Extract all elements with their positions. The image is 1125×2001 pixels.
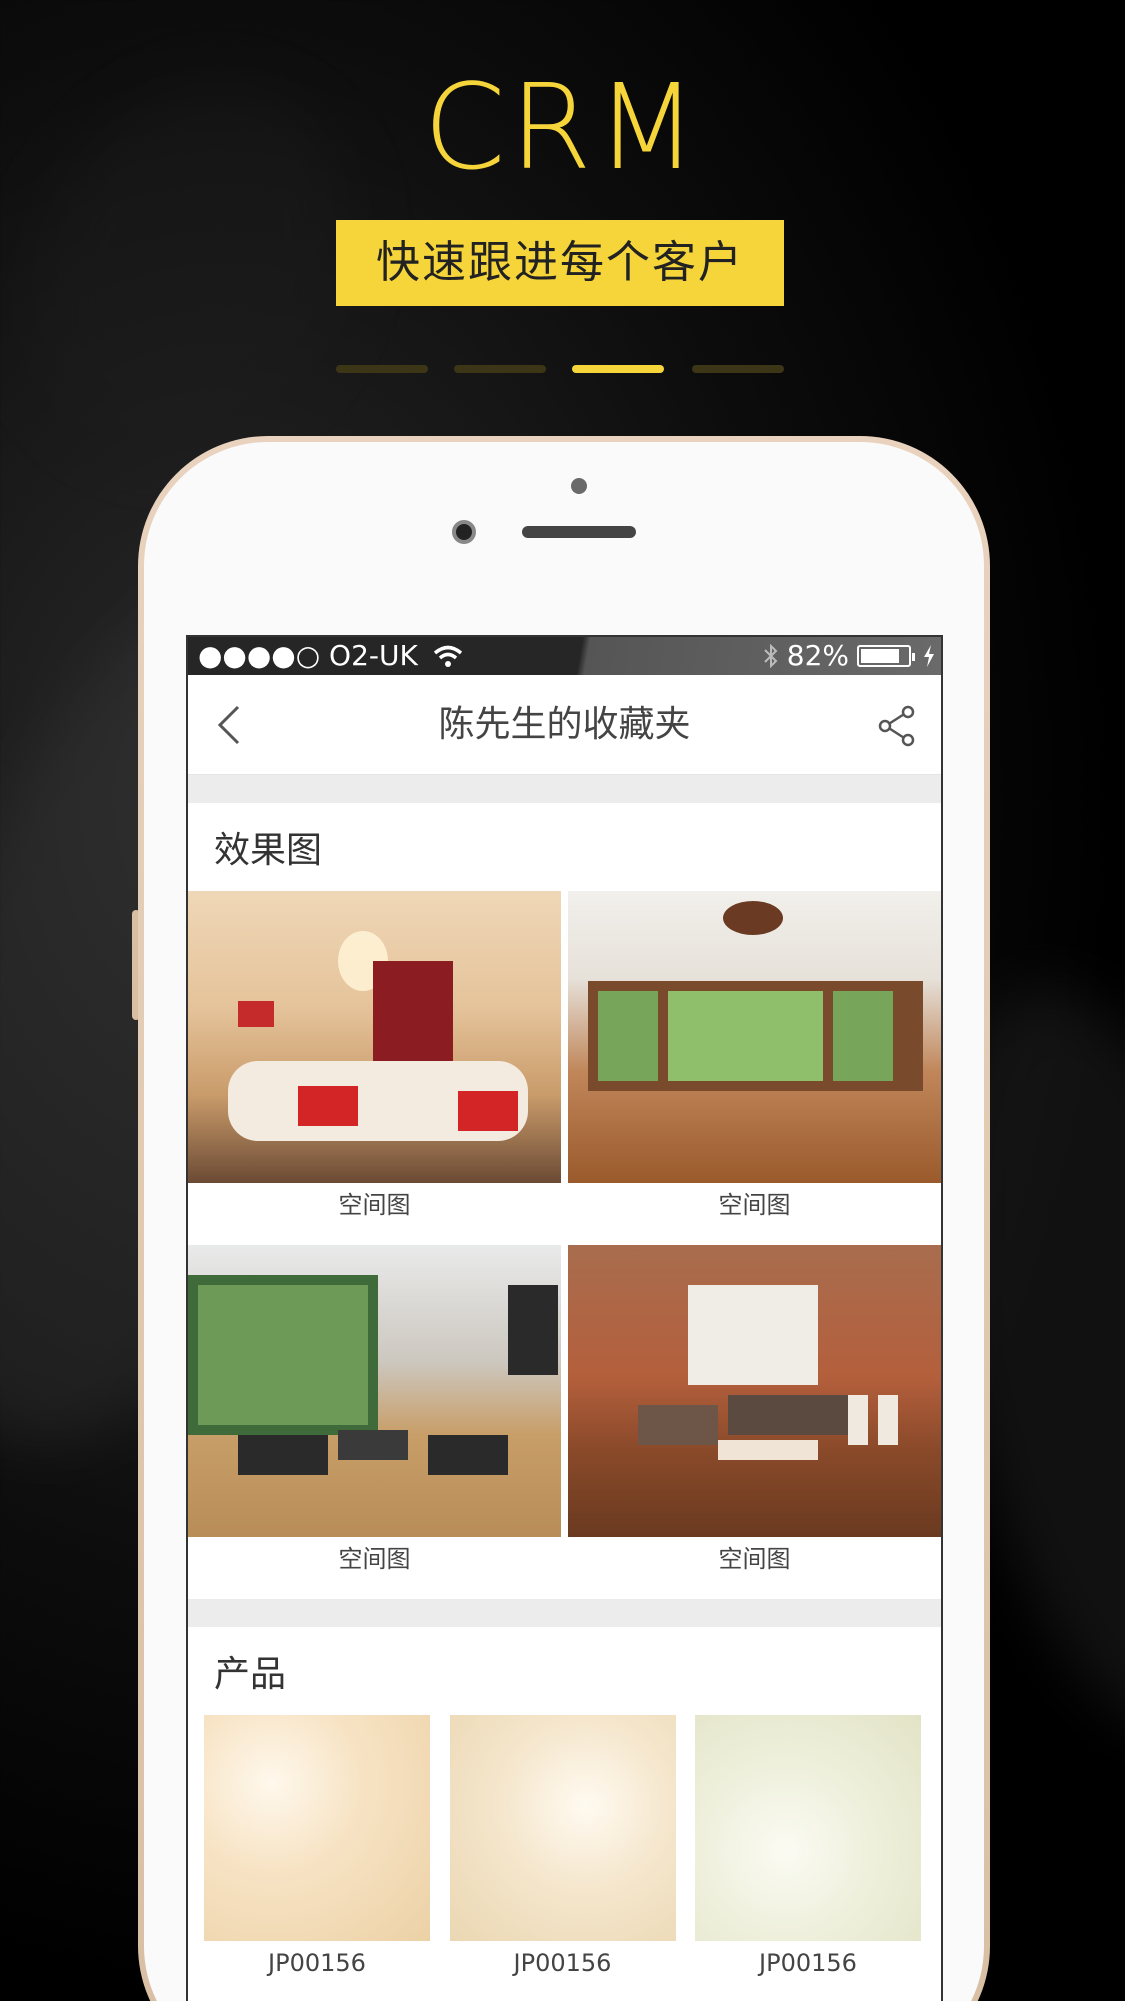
- bluetooth-icon: [764, 643, 778, 669]
- section-divider: [188, 775, 941, 803]
- products-row: JP00156 JP00156 JP00156: [188, 1715, 941, 1985]
- front-camera: [452, 520, 476, 544]
- effect-caption: 空间图: [338, 1545, 411, 1573]
- effect-caption: 空间图: [718, 1545, 791, 1573]
- wifi-icon: [433, 645, 462, 667]
- battery-icon: [857, 645, 915, 667]
- effect-card[interactable]: 空间图: [568, 891, 941, 1245]
- product-card[interactable]: JP00156: [695, 1715, 921, 1985]
- section-divider: [188, 1599, 941, 1627]
- page-indicator: [336, 365, 784, 373]
- promo-banner: 快速跟进每个客户: [336, 220, 784, 306]
- page-dot[interactable]: [692, 365, 784, 373]
- page-title: 陈先生的收藏夹: [438, 704, 691, 745]
- battery-level: [861, 649, 899, 663]
- product-code: JP00156: [513, 1949, 612, 1977]
- effect-card[interactable]: 空间图: [188, 891, 561, 1245]
- effects-section-title: 效果图: [214, 830, 323, 871]
- navigation-bar: 陈先生的收藏夹: [188, 675, 941, 775]
- effect-caption: 空间图: [718, 1191, 791, 1219]
- product-card[interactable]: JP00156: [449, 1715, 676, 1985]
- product-code: JP00156: [268, 1949, 366, 1977]
- products-section-title: 产品: [214, 1654, 287, 1695]
- product-card[interactable]: JP00156: [204, 1715, 430, 1985]
- page-dot[interactable]: [336, 365, 428, 373]
- page-dot-active[interactable]: [572, 365, 664, 373]
- proximity-sensor: [571, 478, 587, 494]
- battery-percent: 82%: [786, 639, 849, 672]
- promo-title: CRM: [423, 58, 702, 196]
- product-image: [204, 1715, 430, 1941]
- earpiece-speaker: [522, 526, 636, 538]
- room-image: [188, 1245, 561, 1537]
- status-bar: ●●●●○ O2-UK 82%: [188, 637, 941, 675]
- carrier-label: ●●●●○ O2-UK: [198, 639, 418, 672]
- effects-grid: 空间图 空间图 空间图 空间图: [188, 891, 941, 1599]
- room-image: [188, 891, 561, 1183]
- charging-icon: [924, 645, 934, 667]
- product-code: JP00156: [759, 1949, 857, 1977]
- product-image: [695, 1715, 921, 1941]
- room-image: [568, 1245, 941, 1537]
- phone-screen: ●●●●○ O2-UK 82% 陈先生的收藏夹 效果图 空间图 空间图 空间图 …: [186, 635, 943, 2001]
- product-image: [449, 1715, 676, 1941]
- share-icon[interactable]: [877, 705, 917, 747]
- effect-card[interactable]: 空间图: [188, 1245, 561, 1599]
- room-image: [568, 891, 941, 1183]
- page-dot[interactable]: [454, 365, 546, 373]
- effect-caption: 空间图: [338, 1191, 411, 1219]
- effect-card[interactable]: 空间图: [568, 1245, 941, 1599]
